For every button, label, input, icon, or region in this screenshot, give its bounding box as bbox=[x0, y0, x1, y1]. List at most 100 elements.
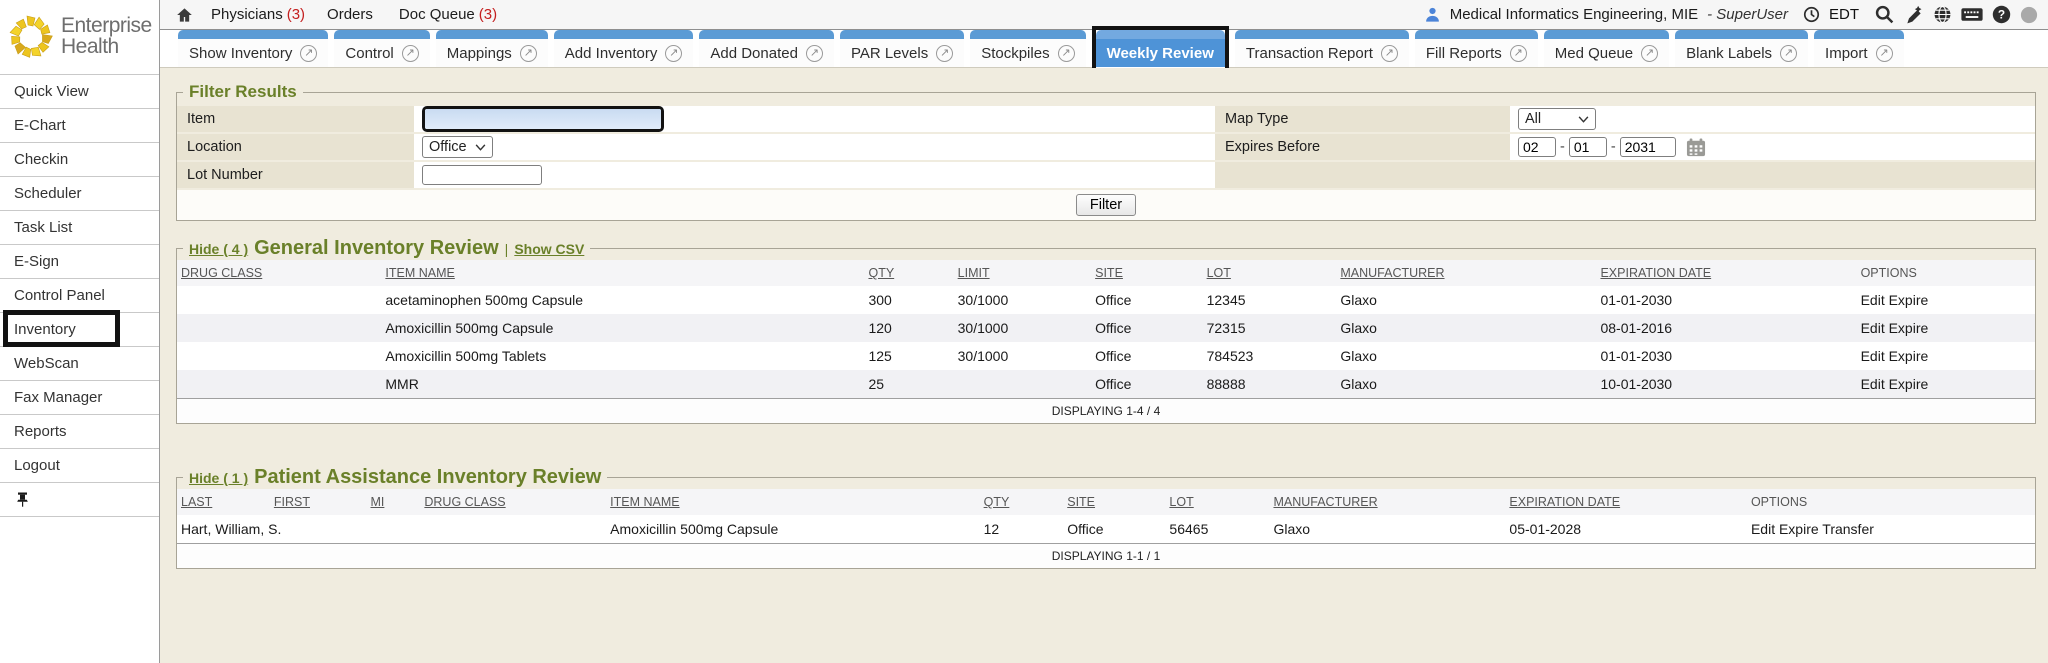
sidebar-item-scheduler[interactable]: Scheduler bbox=[0, 177, 159, 211]
status-circle-icon[interactable] bbox=[2020, 6, 2038, 24]
popout-icon[interactable]: ↗ bbox=[1876, 45, 1893, 62]
tab-control[interactable]: Control↗ bbox=[334, 30, 429, 67]
search-icon[interactable] bbox=[1874, 4, 1895, 25]
patient-hide-link[interactable]: Hide ( 1 ) bbox=[189, 470, 248, 486]
sidebar-item-label: Scheduler bbox=[14, 185, 82, 202]
table-header-row: LAST FIRST MI DRUG CLASS ITEM NAME QTY S… bbox=[177, 489, 2035, 515]
popout-icon[interactable]: ↗ bbox=[1641, 45, 1658, 62]
tab-fill-reports[interactable]: Fill Reports↗ bbox=[1415, 30, 1538, 67]
nav-physicians[interactable]: Physicians (3) bbox=[211, 6, 305, 23]
popout-icon[interactable]: ↗ bbox=[936, 45, 953, 62]
sidebar-item-e-sign[interactable]: E-Sign bbox=[0, 245, 159, 279]
col-site[interactable]: SITE bbox=[1091, 260, 1202, 286]
map-type-value: All bbox=[1525, 111, 1541, 127]
col-manufacturer[interactable]: MANUFACTURER bbox=[1269, 489, 1505, 515]
popout-icon[interactable]: ↗ bbox=[665, 45, 682, 62]
help-icon[interactable]: ? bbox=[1992, 5, 2011, 24]
popout-icon[interactable]: ↗ bbox=[300, 45, 317, 62]
row-options-links[interactable]: Edit Expire bbox=[1857, 314, 2035, 342]
brand-logo: Enterprise Health bbox=[0, 0, 159, 74]
col-lot[interactable]: LOT bbox=[1165, 489, 1269, 515]
expires-month-input[interactable] bbox=[1518, 137, 1556, 157]
popout-icon[interactable]: ↗ bbox=[402, 45, 419, 62]
popout-icon[interactable]: ↗ bbox=[806, 45, 823, 62]
col-site[interactable]: SITE bbox=[1063, 489, 1165, 515]
tab-add-inventory[interactable]: Add Inventory↗ bbox=[554, 30, 694, 67]
expires-year-input[interactable] bbox=[1620, 137, 1676, 157]
row-options-links[interactable]: Edit Expire Transfer bbox=[1747, 515, 2035, 544]
col-limit[interactable]: LIMIT bbox=[954, 260, 1091, 286]
popout-icon[interactable]: ↗ bbox=[520, 45, 537, 62]
cell-limit bbox=[954, 370, 1091, 399]
table-header-row: DRUG CLASS ITEM NAME QTY LIMIT SITE LOT … bbox=[177, 260, 2035, 286]
sidebar-pin-toggle[interactable] bbox=[0, 483, 159, 517]
col-last[interactable]: LAST bbox=[177, 489, 270, 515]
col-first[interactable]: FIRST bbox=[270, 489, 367, 515]
popout-icon[interactable]: ↗ bbox=[1780, 45, 1797, 62]
show-csv-link[interactable]: Show CSV bbox=[514, 241, 584, 257]
tab-par-levels[interactable]: PAR Levels↗ bbox=[840, 30, 964, 67]
col-mi[interactable]: MI bbox=[367, 489, 421, 515]
tab-stockpiles[interactable]: Stockpiles↗ bbox=[970, 30, 1085, 67]
timezone-label[interactable]: EDT bbox=[1829, 6, 1859, 23]
col-expiration-date[interactable]: EXPIRATION DATE bbox=[1596, 260, 1856, 286]
lot-number-input[interactable] bbox=[422, 165, 542, 185]
sidebar-item-quick-view[interactable]: Quick View bbox=[0, 75, 159, 109]
col-manufacturer[interactable]: MANUFACTURER bbox=[1336, 260, 1596, 286]
col-item-name[interactable]: ITEM NAME bbox=[606, 489, 979, 515]
location-select[interactable]: Office bbox=[422, 136, 493, 158]
map-type-select[interactable]: All bbox=[1518, 108, 1596, 130]
tab-weekly-review[interactable]: Weekly Review bbox=[1096, 30, 1225, 67]
current-user[interactable]: Medical Informatics Engineering, MIE bbox=[1450, 6, 1698, 23]
tab-import[interactable]: Import↗ bbox=[1814, 30, 1904, 67]
sidebar-item-control-panel[interactable]: Control Panel bbox=[0, 279, 159, 313]
tab-mappings[interactable]: Mappings↗ bbox=[436, 30, 548, 67]
home-icon[interactable] bbox=[176, 7, 193, 23]
popout-icon[interactable]: ↗ bbox=[1058, 45, 1075, 62]
filter-button[interactable]: Filter bbox=[1076, 194, 1136, 216]
nav-label: Orders bbox=[327, 6, 373, 23]
annotate-wand-icon[interactable] bbox=[1904, 5, 1924, 25]
col-item-name[interactable]: ITEM NAME bbox=[381, 260, 864, 286]
col-lot[interactable]: LOT bbox=[1203, 260, 1337, 286]
row-options-links[interactable]: Edit Expire bbox=[1857, 370, 2035, 399]
col-qty[interactable]: QTY bbox=[980, 489, 1064, 515]
cell-limit: 30/1000 bbox=[954, 286, 1091, 314]
sidebar-item-reports[interactable]: Reports bbox=[0, 415, 159, 449]
clock-icon[interactable] bbox=[1803, 6, 1820, 23]
col-drug-class[interactable]: DRUG CLASS bbox=[420, 489, 606, 515]
sidebar-item-e-chart[interactable]: E-Chart bbox=[0, 109, 159, 143]
tab-add-donated[interactable]: Add Donated↗ bbox=[699, 30, 834, 67]
cell-expiration-date: 08-01-2016 bbox=[1596, 314, 1856, 342]
cell-item-name: MMR bbox=[381, 370, 864, 399]
col-drug-class[interactable]: DRUG CLASS bbox=[177, 260, 381, 286]
keyboard-icon[interactable] bbox=[1961, 6, 1983, 23]
tab-show-inventory[interactable]: Show Inventory↗ bbox=[178, 30, 328, 67]
calendar-icon[interactable] bbox=[1686, 138, 1706, 157]
sidebar-item-fax-manager[interactable]: Fax Manager bbox=[0, 381, 159, 415]
sidebar-item-checkin[interactable]: Checkin bbox=[0, 143, 159, 177]
sidebar-item-webscan[interactable]: WebScan bbox=[0, 347, 159, 381]
general-hide-link[interactable]: Hide ( 4 ) bbox=[189, 241, 248, 257]
sidebar-item-label: Quick View bbox=[14, 83, 89, 100]
tab-transaction-report[interactable]: Transaction Report↗ bbox=[1235, 30, 1409, 67]
globe-icon[interactable] bbox=[1933, 5, 1952, 24]
col-qty[interactable]: QTY bbox=[864, 260, 953, 286]
tab-blank-labels[interactable]: Blank Labels↗ bbox=[1675, 30, 1808, 67]
popout-icon[interactable]: ↗ bbox=[1510, 45, 1527, 62]
cell-expiration-date: 05-01-2028 bbox=[1505, 515, 1747, 544]
nav-orders[interactable]: Orders bbox=[327, 6, 377, 23]
sidebar-item-logout[interactable]: Logout bbox=[0, 449, 159, 483]
popout-icon[interactable]: ↗ bbox=[1381, 45, 1398, 62]
tab-med-queue[interactable]: Med Queue↗ bbox=[1544, 30, 1669, 67]
sidebar-item-inventory[interactable]: Inventory bbox=[0, 313, 159, 347]
row-options-links[interactable]: Edit Expire bbox=[1857, 286, 2035, 314]
tab-strip bbox=[699, 30, 834, 39]
col-expiration-date[interactable]: EXPIRATION DATE bbox=[1505, 489, 1747, 515]
nav-doc-queue[interactable]: Doc Queue (3) bbox=[399, 6, 497, 23]
item-input[interactable] bbox=[425, 109, 661, 129]
sidebar-item-task-list[interactable]: Task List bbox=[0, 211, 159, 245]
cell-qty: 12 bbox=[980, 515, 1064, 544]
expires-day-input[interactable] bbox=[1569, 137, 1607, 157]
row-options-links[interactable]: Edit Expire bbox=[1857, 342, 2035, 370]
